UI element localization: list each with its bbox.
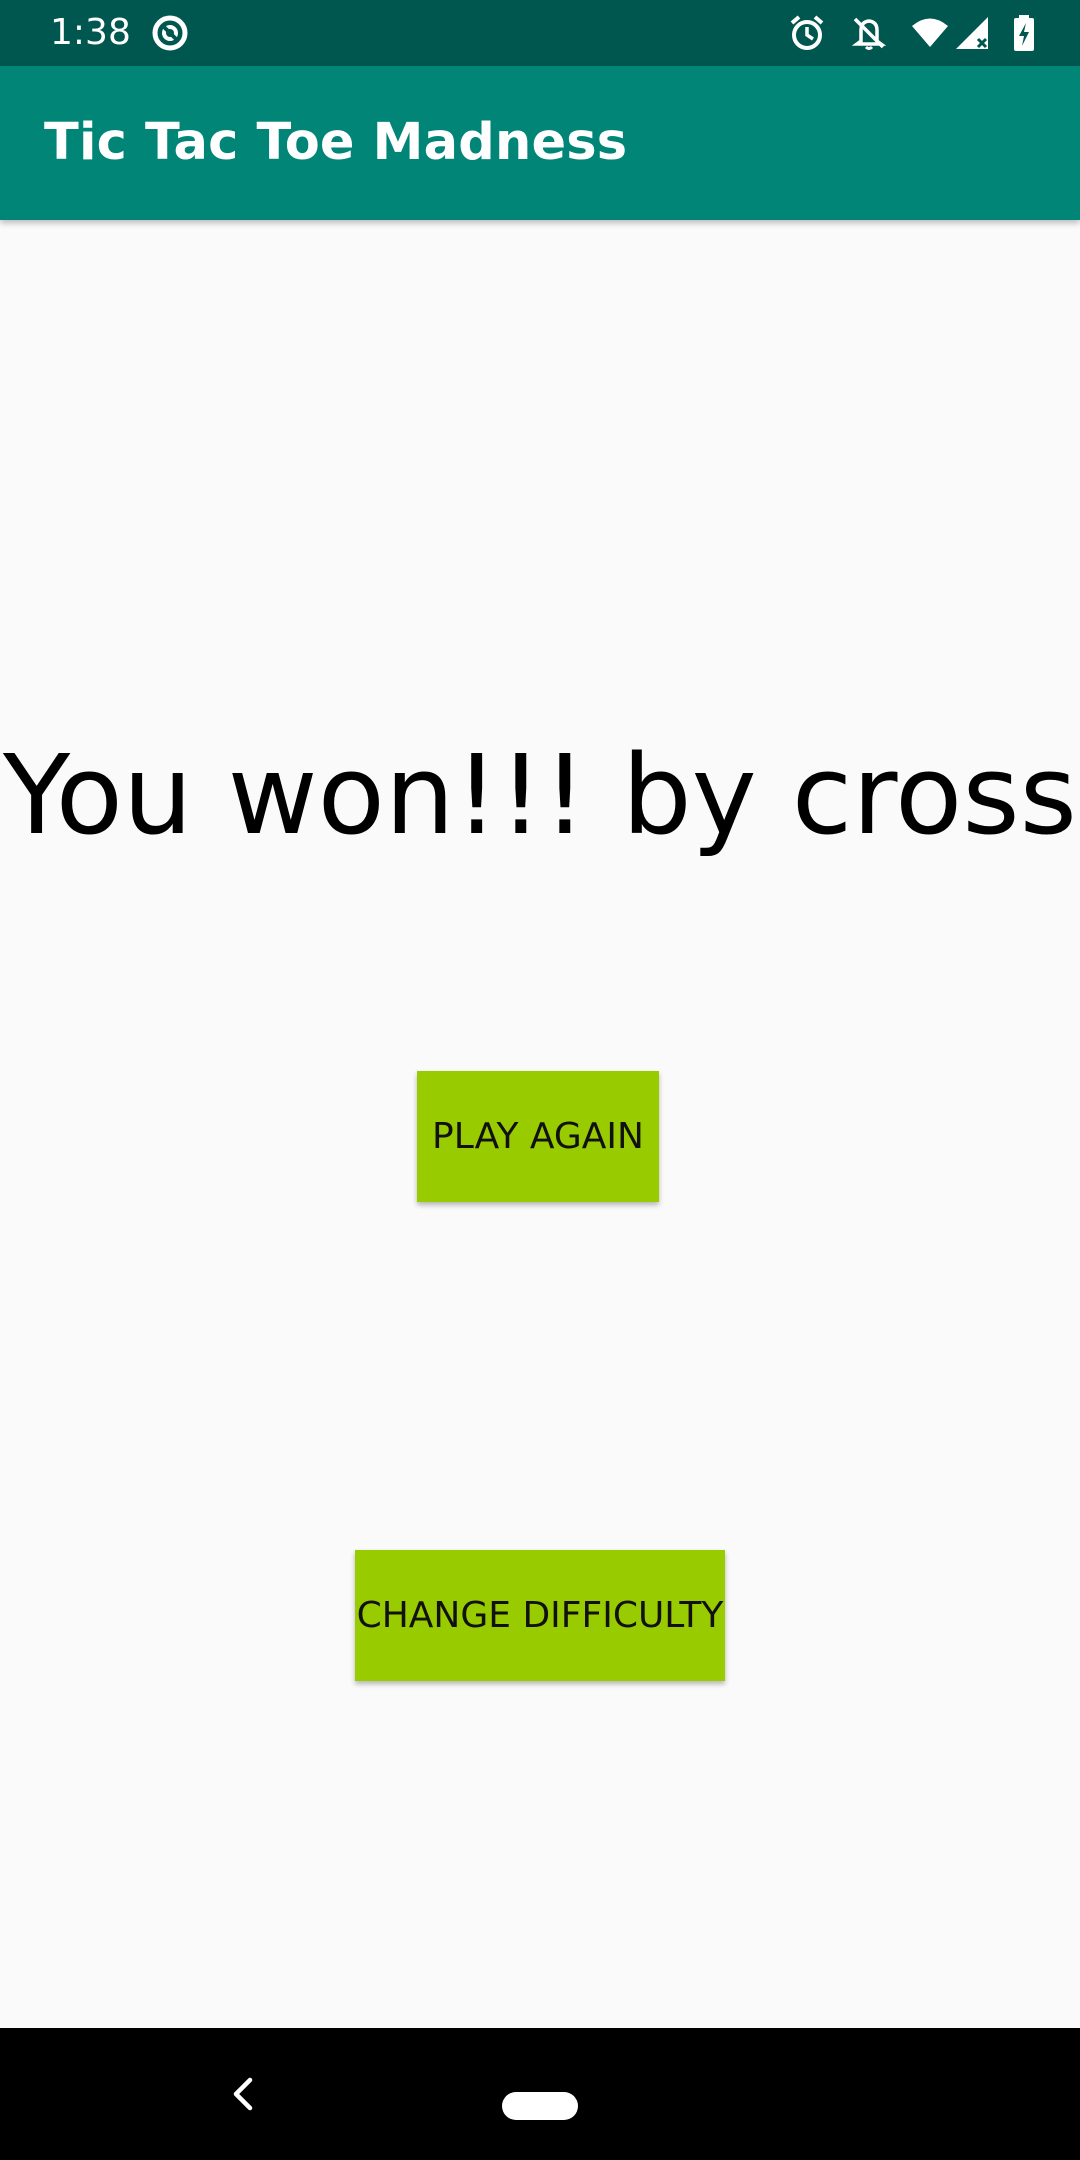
battery-charging-icon [1014,15,1034,51]
app-bar: Tic Tac Toe Madness [0,66,1080,220]
alarm-icon [790,15,824,50]
app-title: Tic Tac Toe Madness [44,113,628,172]
back-icon[interactable] [222,2072,266,2116]
notifications-off-icon [851,17,887,50]
result-message: You won!!! by cross [3,731,1077,859]
signal-icon [956,17,988,49]
sync-icon [152,15,188,51]
play-again-button[interactable]: PLAY AGAIN [417,1071,659,1202]
navigation-bar [0,2028,1080,2160]
home-pill-icon[interactable] [502,2092,578,2120]
change-difficulty-button[interactable]: CHANGE DIFFICULTY [355,1550,725,1681]
status-bar: 1:38 [0,0,1080,66]
wifi-icon [912,18,948,47]
status-time: 1:38 [50,12,131,53]
